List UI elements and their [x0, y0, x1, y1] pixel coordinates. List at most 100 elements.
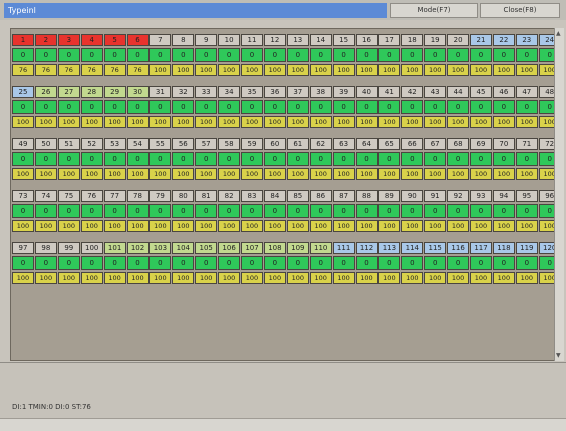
- channel-number[interactable]: 28: [80, 86, 103, 98]
- channel-number[interactable]: 111: [332, 242, 355, 254]
- channel-number[interactable]: 36: [263, 86, 286, 98]
- channel-number[interactable]: 43: [424, 86, 447, 98]
- channel-number[interactable]: 73: [12, 190, 34, 202]
- channel-number[interactable]: 95: [515, 190, 538, 202]
- channel-number[interactable]: 84: [263, 190, 286, 202]
- channel-number[interactable]: 2: [34, 34, 57, 46]
- channel-number[interactable]: 79: [149, 190, 172, 202]
- scroll-up-icon[interactable]: ▲: [556, 30, 561, 37]
- channel-number[interactable]: 87: [332, 190, 355, 202]
- channel-number[interactable]: 1: [12, 34, 34, 46]
- channel-number[interactable]: 17: [378, 34, 401, 46]
- channel-number[interactable]: 102: [126, 242, 149, 254]
- channel-number[interactable]: 62: [309, 138, 332, 150]
- channel-number[interactable]: 6: [126, 34, 149, 46]
- channel-number[interactable]: 112: [355, 242, 378, 254]
- close-button[interactable]: Close(F8): [480, 3, 560, 18]
- channel-number[interactable]: 103: [149, 242, 172, 254]
- mode-button[interactable]: Mode(F7): [390, 3, 478, 18]
- channel-number[interactable]: 11: [241, 34, 263, 46]
- channel-number[interactable]: 7: [149, 34, 172, 46]
- channel-number[interactable]: 89: [378, 190, 401, 202]
- channel-number[interactable]: 33: [195, 86, 218, 98]
- channel-number[interactable]: 92: [447, 190, 470, 202]
- channel-number[interactable]: 105: [195, 242, 218, 254]
- channel-number[interactable]: 32: [172, 86, 195, 98]
- channel-number[interactable]: 110: [309, 242, 332, 254]
- channel-number[interactable]: 57: [195, 138, 218, 150]
- channel-number[interactable]: 82: [218, 190, 241, 202]
- channel-number[interactable]: 97: [12, 242, 34, 254]
- channel-number[interactable]: 35: [241, 86, 263, 98]
- channel-number[interactable]: 94: [492, 190, 515, 202]
- channel-number[interactable]: 75: [57, 190, 80, 202]
- channel-number[interactable]: 70: [492, 138, 515, 150]
- channel-number[interactable]: 85: [286, 190, 309, 202]
- channel-number[interactable]: 54: [126, 138, 149, 150]
- channel-number[interactable]: 26: [34, 86, 57, 98]
- channel-number[interactable]: 61: [286, 138, 309, 150]
- channel-number[interactable]: 46: [492, 86, 515, 98]
- channel-number[interactable]: 56: [172, 138, 195, 150]
- vertical-scrollbar[interactable]: ▲ ▼: [554, 28, 564, 361]
- channel-number[interactable]: 12: [263, 34, 286, 46]
- channel-number[interactable]: 18: [401, 34, 424, 46]
- channel-number[interactable]: 88: [355, 190, 378, 202]
- channel-number[interactable]: 74: [34, 190, 57, 202]
- channel-number[interactable]: 59: [241, 138, 263, 150]
- channel-number[interactable]: 47: [515, 86, 538, 98]
- channel-number[interactable]: 69: [470, 138, 492, 150]
- channel-number[interactable]: 76: [80, 190, 103, 202]
- channel-number[interactable]: 114: [401, 242, 424, 254]
- channel-number[interactable]: 52: [80, 138, 103, 150]
- channel-number[interactable]: 25: [12, 86, 34, 98]
- channel-number[interactable]: 39: [332, 86, 355, 98]
- channel-number[interactable]: 104: [172, 242, 195, 254]
- channel-number[interactable]: 14: [309, 34, 332, 46]
- channel-number[interactable]: 98: [34, 242, 57, 254]
- scroll-down-icon[interactable]: ▼: [556, 352, 561, 359]
- channel-number[interactable]: 20: [447, 34, 470, 46]
- channel-number[interactable]: 71: [515, 138, 538, 150]
- channel-number[interactable]: 40: [355, 86, 378, 98]
- channel-number[interactable]: 51: [57, 138, 80, 150]
- channel-number[interactable]: 116: [447, 242, 470, 254]
- channel-number[interactable]: 60: [263, 138, 286, 150]
- channel-number[interactable]: 115: [424, 242, 447, 254]
- channel-number[interactable]: 58: [218, 138, 241, 150]
- channel-number[interactable]: 4: [80, 34, 103, 46]
- channel-number[interactable]: 34: [218, 86, 241, 98]
- channel-number[interactable]: 108: [263, 242, 286, 254]
- channel-number[interactable]: 10: [218, 34, 241, 46]
- channel-number[interactable]: 117: [470, 242, 492, 254]
- channel-number[interactable]: 64: [355, 138, 378, 150]
- channel-number[interactable]: 27: [57, 86, 80, 98]
- channel-number[interactable]: 77: [103, 190, 126, 202]
- channel-number[interactable]: 41: [378, 86, 401, 98]
- channel-number[interactable]: 68: [447, 138, 470, 150]
- channel-number[interactable]: 37: [286, 86, 309, 98]
- channel-number[interactable]: 67: [424, 138, 447, 150]
- channel-number[interactable]: 5: [103, 34, 126, 46]
- channel-number[interactable]: 107: [241, 242, 263, 254]
- channel-number[interactable]: 83: [241, 190, 263, 202]
- channel-number[interactable]: 91: [424, 190, 447, 202]
- channel-number[interactable]: 66: [401, 138, 424, 150]
- channel-number[interactable]: 80: [172, 190, 195, 202]
- channel-number[interactable]: 31: [149, 86, 172, 98]
- channel-number[interactable]: 38: [309, 86, 332, 98]
- channel-number[interactable]: 86: [309, 190, 332, 202]
- channel-number[interactable]: 23: [515, 34, 538, 46]
- channel-number[interactable]: 100: [80, 242, 103, 254]
- channel-number[interactable]: 3: [57, 34, 80, 46]
- channel-number[interactable]: 13: [286, 34, 309, 46]
- channel-number[interactable]: 29: [103, 86, 126, 98]
- channel-number[interactable]: 101: [103, 242, 126, 254]
- channel-number[interactable]: 78: [126, 190, 149, 202]
- channel-number[interactable]: 53: [103, 138, 126, 150]
- channel-number[interactable]: 49: [12, 138, 34, 150]
- channel-number[interactable]: 113: [378, 242, 401, 254]
- channel-number[interactable]: 15: [332, 34, 355, 46]
- channel-number[interactable]: 8: [172, 34, 195, 46]
- channel-number[interactable]: 19: [424, 34, 447, 46]
